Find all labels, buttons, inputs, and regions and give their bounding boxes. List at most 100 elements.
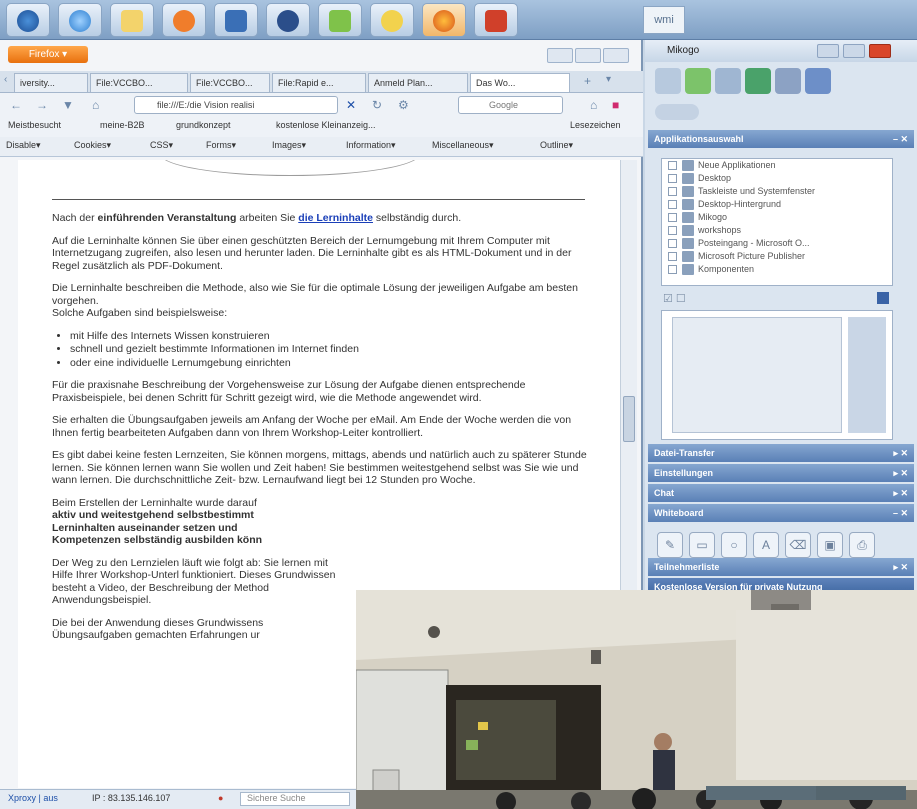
firefox-icon[interactable] [422, 3, 466, 37]
dev-disable-menu[interactable]: Disable▾ [6, 140, 41, 151]
rocket-icon[interactable] [474, 3, 518, 37]
section-settings[interactable]: Einstellungen ▸ ✕ [648, 464, 914, 482]
dev-miscellaneous-menu[interactable]: Miscellaneous▾ [432, 140, 494, 151]
bookmark-item[interactable]: grundkonzept [176, 120, 231, 130]
minimize-button[interactable] [547, 48, 573, 63]
section-file-transfer[interactable]: Datei-Transfer ▸ ✕ [648, 444, 914, 462]
section-participants[interactable]: Teilnehmerliste ▸ ✕ [648, 558, 914, 576]
checkbox[interactable] [668, 213, 677, 222]
new-tab-button[interactable]: + [584, 74, 591, 88]
firefox-menu-button[interactable]: Firefox ▾ [8, 46, 88, 63]
addon-icon[interactable]: ⚙ [398, 98, 409, 112]
bookmark-item[interactable]: kostenlose Kleinanzeig... [276, 120, 376, 130]
expand-icon[interactable]: ▸ ✕ [893, 444, 908, 462]
vpn-icon[interactable] [266, 3, 310, 37]
safe-search-input[interactable]: Sichere Suche [240, 792, 350, 806]
bookmark-item[interactable]: meine-B2B [100, 120, 145, 130]
maximize-button[interactable] [843, 44, 865, 58]
bookmark-item[interactable]: Meistbesucht [8, 120, 61, 130]
home-button-icon[interactable]: ⌂ [590, 98, 597, 112]
messenger-icon[interactable] [370, 3, 414, 37]
forward-icon[interactable]: → [36, 98, 48, 112]
lerninhalte-link[interactable]: die Lerninhalte [298, 212, 373, 224]
section-applications[interactable]: Applikationsauswahl – ✕ [648, 130, 914, 148]
close-button[interactable] [603, 48, 629, 63]
list-item[interactable]: Desktop-Hintergrund [662, 198, 892, 211]
start-orb-icon[interactable] [6, 3, 50, 37]
tab[interactable]: iversity... [14, 73, 88, 92]
mouse-control-icon[interactable] [775, 68, 801, 94]
dev-outline-menu[interactable]: Outline▾ [540, 140, 573, 151]
expand-icon[interactable]: ▸ ✕ [893, 558, 908, 576]
checkbox[interactable] [668, 239, 677, 248]
pen-icon[interactable]: ✎ [657, 532, 683, 558]
checkbox[interactable] [668, 265, 677, 274]
expand-icon[interactable]: ▸ ✕ [893, 464, 908, 482]
tab[interactable]: File:VCCBO... [190, 73, 270, 92]
dev-cookies-menu[interactable]: Cookies▾ [74, 140, 111, 151]
list-item[interactable]: Desktop [662, 172, 892, 185]
folder-icon[interactable] [110, 3, 154, 37]
section-whiteboard[interactable]: Whiteboard – ✕ [648, 504, 914, 522]
media-player-icon[interactable] [162, 3, 206, 37]
print-icon[interactable]: ⎙ [849, 532, 875, 558]
text-icon[interactable]: A [753, 532, 779, 558]
section-chat[interactable]: Chat ▸ ✕ [648, 484, 914, 502]
list-item[interactable]: Posteingang - Microsoft O... [662, 237, 892, 250]
reload-icon[interactable]: ↻ [372, 98, 382, 112]
save-icon[interactable]: ▣ [817, 532, 843, 558]
checkbox[interactable] [668, 200, 677, 209]
maximize-button[interactable] [575, 48, 601, 63]
shield-icon[interactable]: ▼ [62, 98, 74, 112]
wmi-button[interactable]: wmi [643, 6, 685, 34]
check-all-icon[interactable]: ☑ ☐ [663, 292, 686, 305]
stop-icon[interactable]: ✕ [346, 98, 356, 112]
dev-images-menu[interactable]: Images▾ [272, 140, 306, 151]
checkbox[interactable] [668, 226, 677, 235]
wot-icon[interactable]: ● [218, 793, 223, 803]
minimize-button[interactable] [817, 44, 839, 58]
list-item[interactable]: Taskleiste und Systemfenster [662, 185, 892, 198]
list-item[interactable]: workshops [662, 224, 892, 237]
home-icon[interactable]: ⌂ [92, 98, 99, 112]
url-bar[interactable]: file:///E:/die Vision realisi [134, 96, 338, 114]
switch-presenter-icon[interactable] [715, 68, 741, 94]
checkbox[interactable] [668, 161, 677, 170]
bookmarks-menu[interactable]: Lesezeichen [570, 120, 621, 130]
collapse-icon[interactable]: – ✕ [893, 504, 908, 522]
internet-explorer-icon[interactable] [58, 3, 102, 37]
record-controls[interactable] [655, 104, 699, 120]
collapse-icon[interactable]: – ✕ [893, 130, 908, 148]
list-item[interactable]: Komponenten [662, 263, 892, 276]
close-button[interactable] [869, 44, 891, 58]
tab-active[interactable]: Das Wo... [470, 73, 570, 92]
network-icon[interactable] [214, 3, 258, 37]
brush-icon[interactable] [805, 68, 831, 94]
search-input[interactable]: Google [458, 96, 563, 114]
list-item[interactable]: Microsoft Picture Publisher [662, 250, 892, 263]
tab-scroll-left-icon[interactable]: ‹ [4, 74, 7, 85]
tab[interactable]: Anmeld Plan... [368, 73, 468, 92]
image-editor-icon[interactable] [318, 3, 362, 37]
list-item[interactable]: Neue Applikationen [662, 159, 892, 172]
share-screen-icon[interactable] [745, 68, 771, 94]
eraser-icon[interactable]: ⌫ [785, 532, 811, 558]
checkbox[interactable] [668, 174, 677, 183]
expand-icon[interactable]: ▸ ✕ [893, 484, 908, 502]
ellipse-icon[interactable]: ○ [721, 532, 747, 558]
proxy-status[interactable]: Xproxy | aus [8, 793, 58, 803]
presenter-icon[interactable] [685, 68, 711, 94]
checkbox[interactable] [668, 252, 677, 261]
rectangle-icon[interactable]: ▭ [689, 532, 715, 558]
dev-forms-menu[interactable]: Forms▾ [206, 140, 236, 151]
extension-icon[interactable]: ■ [612, 98, 619, 112]
tab[interactable]: File:VCCBO... [90, 73, 188, 92]
list-item[interactable]: Mikogo [662, 211, 892, 224]
participants-icon[interactable] [655, 68, 681, 94]
back-icon[interactable]: ← [10, 98, 22, 112]
tab-list-icon[interactable]: ▾ [606, 74, 611, 85]
tab[interactable]: File:Rapid e... [272, 73, 366, 92]
checkbox[interactable] [668, 187, 677, 196]
refresh-icon[interactable] [877, 292, 889, 304]
scrollbar-thumb[interactable] [623, 396, 635, 442]
